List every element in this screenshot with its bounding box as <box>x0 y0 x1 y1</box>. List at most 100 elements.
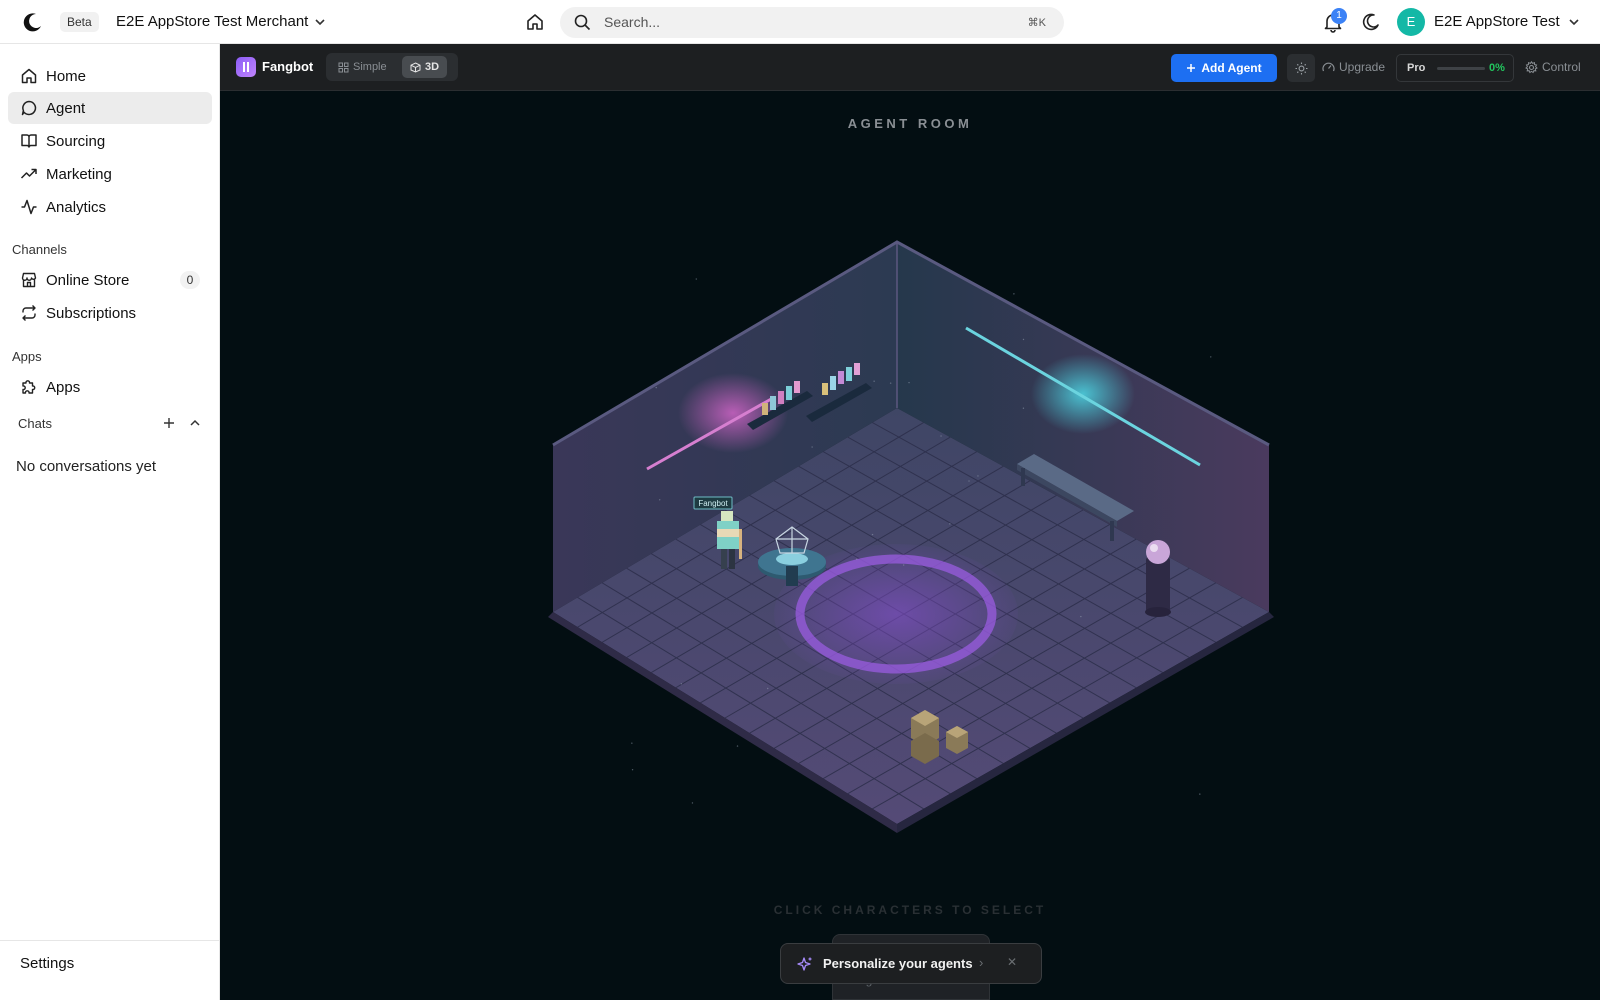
simple-view-button[interactable]: Simple <box>330 56 395 78</box>
crystal-orb-pedestal[interactable] <box>1145 540 1171 617</box>
sidebar-item-label: Agent <box>46 99 86 117</box>
star <box>659 499 661 501</box>
beta-badge: Beta <box>60 12 99 32</box>
sidebar-item-apps[interactable]: Apps <box>8 371 212 403</box>
sidebar-item-online-store[interactable]: Online Store 0 <box>8 264 212 296</box>
sidebar-item-label: Home <box>46 67 87 85</box>
sidebar-item-label: Subscriptions <box>46 304 137 322</box>
moon-logo-icon[interactable] <box>22 11 44 33</box>
star <box>968 480 970 482</box>
sidebar-item-label: Sourcing <box>46 132 106 150</box>
star <box>902 564 905 566</box>
star <box>1199 793 1201 795</box>
merchant-name: E2E AppStore Test Merchant <box>116 13 309 30</box>
avatar[interactable]: E <box>1397 8 1425 36</box>
star <box>871 533 874 536</box>
plan-progress-track <box>1437 67 1485 70</box>
dark-mode-icon[interactable] <box>1361 12 1381 32</box>
search-bar[interactable]: Search... ⌘K <box>560 7 1064 38</box>
store-icon <box>21 272 37 288</box>
user-menu[interactable]: E2E AppStore Test <box>1434 12 1580 32</box>
plan-progress-value: 0% <box>1489 62 1505 74</box>
star <box>811 446 813 448</box>
star <box>655 386 657 389</box>
3d-view-label: 3D <box>425 61 440 73</box>
sidebar-item-label: Apps <box>46 378 81 396</box>
puzzle-icon <box>22 380 36 394</box>
sidebar-item-marketing[interactable]: Marketing <box>8 158 212 190</box>
star <box>767 687 769 690</box>
sidebar-item-label: Online Store <box>46 271 130 289</box>
cube-icon <box>410 61 421 73</box>
grid-icon <box>338 62 349 72</box>
star <box>680 683 683 685</box>
chevron-down-icon <box>315 19 325 26</box>
agent-name[interactable]: Fangbot <box>262 59 313 74</box>
chevron-up-icon[interactable] <box>188 416 202 430</box>
upgrade-label: Upgrade <box>1339 60 1386 74</box>
simple-view-label: Simple <box>353 61 387 73</box>
star <box>736 745 739 747</box>
apps-section-label: Apps <box>12 349 42 364</box>
divider <box>0 940 220 941</box>
sparkles-icon <box>797 957 812 971</box>
star <box>1022 338 1025 341</box>
character-name-label: Fangbot <box>698 499 728 508</box>
star <box>949 523 951 525</box>
star <box>631 768 634 771</box>
gear-icon <box>1525 60 1538 73</box>
agent-avatar-icon <box>236 57 256 77</box>
upgrade-button[interactable]: Upgrade <box>1322 60 1385 74</box>
star <box>855 558 858 560</box>
agent-room-panel: Fangbot Simple 3D Add Agent Upgrade Pro <box>220 44 1600 1000</box>
sidebar-item-analytics[interactable]: Analytics <box>8 191 212 223</box>
plan-usage[interactable]: Pro 0% <box>1396 54 1514 82</box>
sidebar-item-home[interactable]: Home <box>8 60 212 92</box>
sidebar-item-agent[interactable]: Agent <box>8 92 212 124</box>
control-label: Control <box>1542 60 1581 74</box>
sidebar-item-sourcing[interactable]: Sourcing <box>8 125 212 157</box>
online-store-count: 0 <box>180 271 200 289</box>
notification-badge: 1 <box>1331 8 1347 24</box>
lighting-toggle-button[interactable] <box>1287 54 1315 82</box>
chevron-down-icon <box>1569 19 1579 26</box>
close-icon[interactable]: ✕ <box>1007 955 1017 969</box>
star <box>1210 356 1212 358</box>
star <box>1013 293 1015 295</box>
top-bar: Beta E2E AppStore Test Merchant Search..… <box>0 0 1600 44</box>
sidebar: Home Agent Sourcing Marketing Analytics … <box>0 44 220 1000</box>
star <box>691 802 694 804</box>
search-shortcut: ⌘K <box>1027 17 1046 29</box>
agent-room-3d-scene[interactable]: Fangbot <box>220 91 1600 1000</box>
channels-section-label: Channels <box>12 242 67 257</box>
gauge-icon <box>1322 62 1335 71</box>
sidebar-item-subscriptions[interactable]: Subscriptions <box>8 297 212 329</box>
plus-icon <box>1187 64 1196 72</box>
add-agent-label: Add Agent <box>1201 61 1262 75</box>
search-icon <box>574 14 591 31</box>
control-button[interactable]: Control <box>1525 60 1581 74</box>
sidebar-item-label: Analytics <box>46 198 107 216</box>
search-placeholder: Search... <box>604 14 661 30</box>
merchant-switcher[interactable]: E2E AppStore Test Merchant <box>116 12 326 32</box>
home-icon[interactable] <box>525 12 545 32</box>
activity-icon <box>21 199 37 215</box>
star <box>631 742 633 744</box>
chats-section-label: Chats <box>18 416 52 431</box>
new-chat-icon[interactable] <box>162 416 176 430</box>
chevron-right-icon[interactable]: › <box>979 955 983 970</box>
star <box>940 435 942 437</box>
personalize-toast[interactable]: Personalize your agents › ✕ <box>780 943 1042 984</box>
add-agent-button[interactable]: Add Agent <box>1171 54 1277 82</box>
star <box>695 278 697 280</box>
star <box>908 381 910 384</box>
chats-header: Chats <box>18 416 204 434</box>
star <box>1080 615 1082 618</box>
repeat-icon <box>22 305 36 321</box>
view-toggle: Simple 3D <box>326 53 458 81</box>
book-icon <box>21 134 37 148</box>
star <box>873 380 875 382</box>
settings-link[interactable]: Settings <box>20 955 74 972</box>
3d-view-button[interactable]: 3D <box>402 56 448 78</box>
no-conversations-text: No conversations yet <box>16 458 157 475</box>
